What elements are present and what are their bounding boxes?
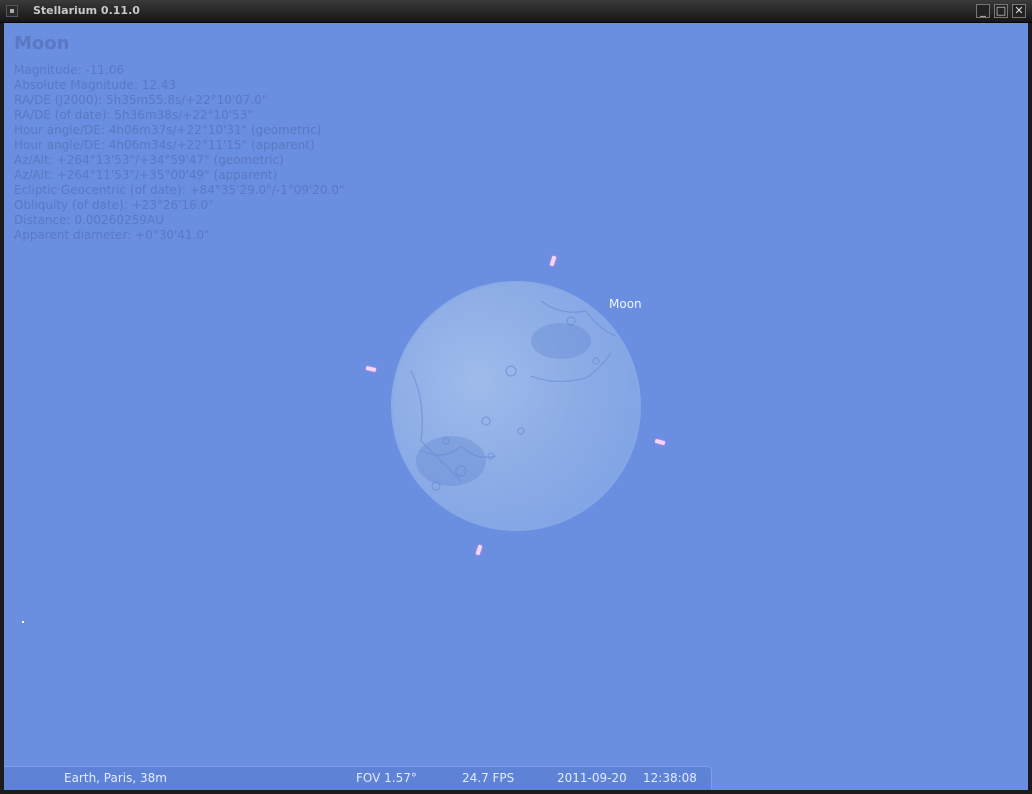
info-line: RA/DE (J2000): 5h35m55.8s/+22°10'07.0"	[14, 93, 268, 107]
status-bar: Earth, Paris, 38m FOV 1.57° 24.7 FPS 201…	[4, 766, 712, 790]
fps-text: 24.7 FPS	[462, 771, 515, 785]
moon-label: Moon	[609, 297, 642, 311]
info-line: Magnitude: -11.06	[14, 63, 125, 77]
info-line: Apparent diameter: +0°30'41.0"	[14, 228, 210, 242]
info-line: Distance: 0.00260259AU	[14, 213, 164, 227]
selection-marker	[365, 366, 377, 372]
window-menu-icon[interactable]	[6, 5, 18, 17]
date-text: 2011-09-20	[557, 771, 627, 785]
object-info-panel: Moon Magnitude: -11.06 Absolute Magnitud…	[14, 33, 345, 243]
selection-marker	[475, 544, 483, 556]
maximize-icon[interactable]: □	[994, 4, 1008, 18]
time-text: 12:38:08	[643, 771, 697, 785]
minimize-icon[interactable]: _	[976, 4, 990, 18]
info-line: Absolute Magnitude: 12.43	[14, 78, 177, 92]
location-text: Earth, Paris, 38m	[64, 771, 167, 785]
object-name: Moon	[14, 33, 70, 54]
info-line: Az/Alt: +264°13'53"/+34°59'47" (geometri…	[14, 153, 284, 167]
info-line: Hour angle/DE: 4h06m37s/+22°10'31" (geom…	[14, 123, 322, 137]
info-line: RA/DE (of date): 5h36m38s/+22°10'53"	[14, 108, 253, 122]
moon-surface-texture	[391, 281, 641, 531]
selection-marker	[654, 438, 666, 446]
moon-disk[interactable]	[391, 281, 641, 531]
stellarium-window: Stellarium 0.11.0 _ □ ✕ Moon Magnitude: …	[0, 0, 1032, 794]
close-icon[interactable]: ✕	[1012, 4, 1026, 18]
sky-view[interactable]: Moon Magnitude: -11.06 Absolute Magnitud…	[4, 23, 1028, 790]
info-line: Az/Alt: +264°11'53"/+35°00'49" (apparent…	[14, 168, 278, 182]
info-line: Hour angle/DE: 4h06m34s/+22°11'15" (appa…	[14, 138, 315, 152]
star-dot[interactable]	[22, 621, 24, 623]
info-line: Ecliptic Geocentric (of date): +84°35'29…	[14, 183, 345, 197]
fov-text: FOV 1.57°	[356, 771, 417, 785]
window-title: Stellarium 0.11.0	[33, 4, 140, 17]
selection-marker	[549, 255, 557, 267]
info-line: Obliquity (of date): +23°26'16.0"	[14, 198, 214, 212]
title-bar[interactable]: Stellarium 0.11.0 _ □ ✕	[0, 0, 1032, 23]
